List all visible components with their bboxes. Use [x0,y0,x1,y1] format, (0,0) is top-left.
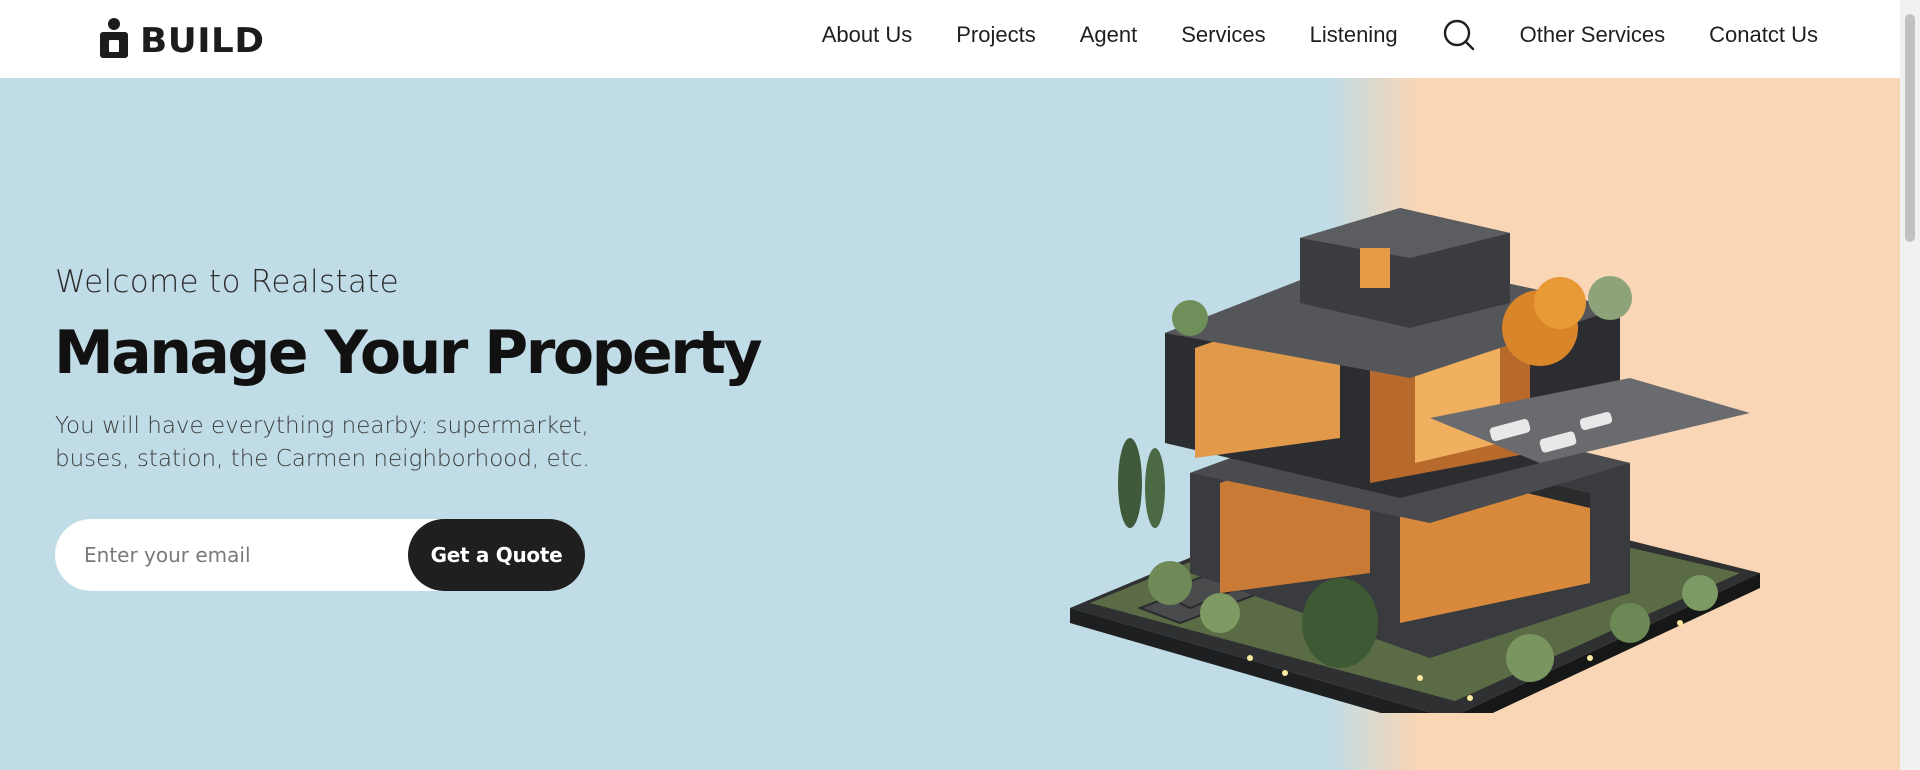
nav-projects[interactable]: Projects [956,22,1035,48]
site-header: BUILD About Us Projects Agent Services L… [0,0,1900,78]
scrollbar[interactable] [1900,0,1920,770]
nav-about-us[interactable]: About Us [822,22,913,48]
hero-section: Welcome to Realstate Manage Your Propert… [0,78,1900,770]
hero-headline: Manage Your Property [54,318,763,388]
house-illustration [1070,208,1760,713]
quote-form: Get a Quote [55,519,585,591]
nav-contact-us[interactable]: Conatct Us [1709,22,1818,48]
nav-other-services[interactable]: Other Services [1520,22,1666,48]
hero-subtext: You will have everything nearby: superma… [55,413,590,472]
logo-icon [100,18,128,58]
get-quote-button[interactable]: Get a Quote [408,519,585,591]
nav-agent[interactable]: Agent [1080,22,1138,48]
brand-logo[interactable]: BUILD [100,16,264,58]
brand-name: BUILD [140,21,265,61]
search-icon[interactable] [1442,18,1476,52]
nav-services[interactable]: Services [1181,22,1265,48]
email-input[interactable] [84,519,414,591]
hero-welcome: Welcome to Realstate [55,264,399,300]
scroll-thumb[interactable] [1905,14,1915,242]
nav-listening[interactable]: Listening [1310,22,1398,48]
main-nav: About Us Projects Agent Services Listeni… [822,0,1818,70]
